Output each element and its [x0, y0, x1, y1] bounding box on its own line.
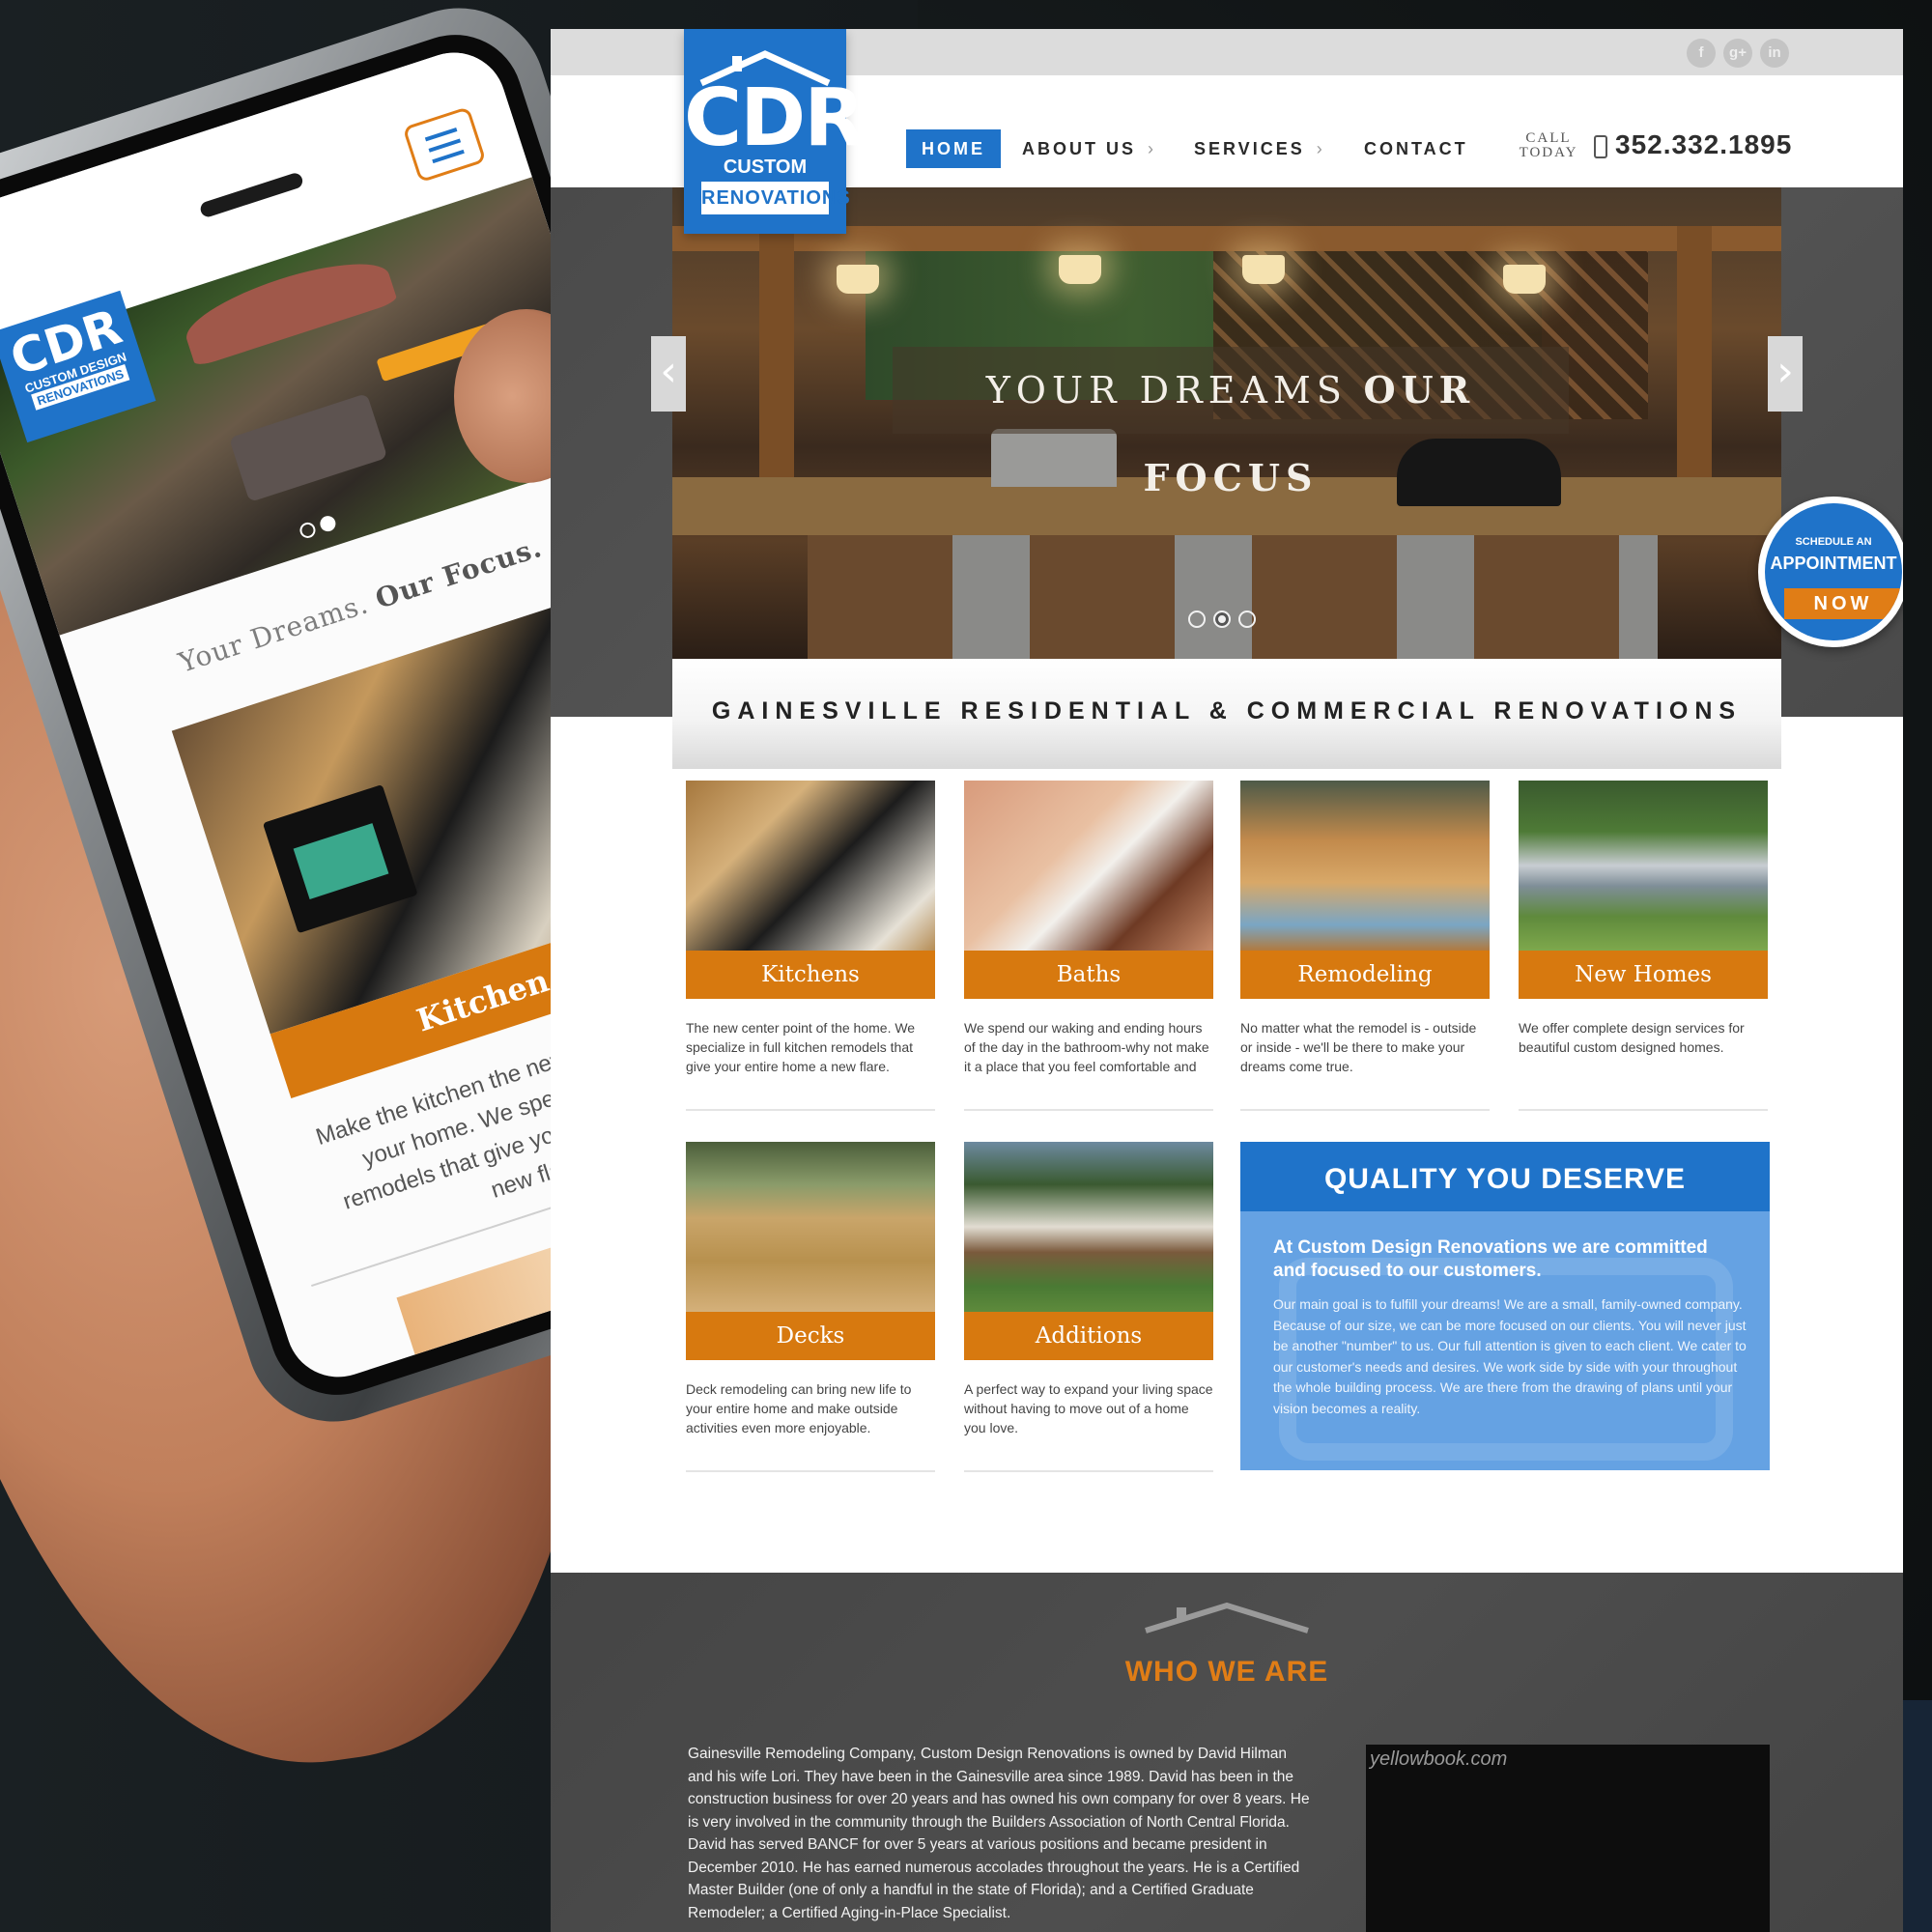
card-description: The new center point of the home. We spe…: [686, 1020, 916, 1074]
nav-services[interactable]: SERVICES ›: [1194, 129, 1322, 168]
service-card-baths[interactable]: Baths We spend our waking and ending hou…: [964, 781, 1213, 1113]
card-divider: [686, 1109, 935, 1111]
new-homes-image[interactable]: [1519, 781, 1768, 951]
card-divider: [964, 1470, 1213, 1472]
service-card-additions[interactable]: Additions A perfect way to expand your l…: [964, 1142, 1213, 1474]
phone-number[interactable]: 352.332.1895: [1615, 129, 1792, 160]
card-description: No matter what the remodel is - outside …: [1240, 1020, 1477, 1074]
nav-about-us[interactable]: ABOUT US ›: [1022, 129, 1153, 168]
video-player[interactable]: yellowbook.com: [1366, 1745, 1770, 1932]
card-label[interactable]: Additions: [964, 1312, 1213, 1360]
quality-panel: QUALITY YOU DESERVE At Custom Design Ren…: [1240, 1142, 1770, 1470]
card-label[interactable]: New Homes: [1519, 951, 1768, 999]
nav-services-label: SERVICES: [1194, 139, 1305, 158]
logo-cdr: CDR: [684, 72, 865, 164]
card-label[interactable]: Kitchens: [686, 951, 935, 999]
hero-caption-light: YOUR DREAMS: [985, 369, 1348, 412]
slider-dots: [1188, 611, 1264, 633]
additions-image[interactable]: [964, 1142, 1213, 1312]
decks-image[interactable]: [686, 1142, 935, 1312]
card-description: We spend our waking and ending hours of …: [964, 1020, 1209, 1074]
chevron-right-icon[interactable]: ›: [1768, 336, 1803, 412]
chevron-left-icon[interactable]: ‹: [651, 336, 686, 412]
google-plus-icon[interactable]: g+: [1723, 39, 1752, 68]
service-card-remodeling[interactable]: Remodeling No matter what the remodel is…: [1240, 781, 1490, 1113]
schedule-line-2: APPOINTMENT: [1770, 554, 1897, 573]
linkedin-icon[interactable]: in: [1760, 39, 1789, 68]
nav-home[interactable]: HOME: [906, 129, 1001, 168]
call-today-label: CALL TODAY: [1517, 131, 1580, 160]
card-divider: [1240, 1109, 1490, 1111]
roof-icon: [1145, 1602, 1309, 1634]
hero-slider: YOUR DREAMS OUR FOCUS: [672, 187, 1781, 659]
tagline-banner: GAINESVILLE RESIDENTIAL & COMMERCIAL REN…: [672, 659, 1781, 769]
site-logo[interactable]: CDR CUSTOM DESIGN RENOVATIONS: [684, 29, 865, 234]
card-label[interactable]: Decks: [686, 1312, 935, 1360]
kitchens-image[interactable]: [686, 781, 935, 951]
card-description: A perfect way to expand your living spac…: [964, 1381, 1213, 1435]
schedule-appointment-button[interactable]: SCHEDULE AN APPOINTMENT NOW: [1758, 497, 1903, 647]
quality-body: Our main goal is to fulfill your dreams!…: [1273, 1296, 1747, 1416]
mobile-tagline-bold: Our Focus.: [371, 530, 547, 615]
who-we-are-section: WHO WE ARE Gainesville Remodeling Compan…: [551, 1573, 1903, 1932]
chevron-right-icon: ›: [1148, 139, 1153, 158]
card-label[interactable]: Baths: [964, 951, 1213, 999]
service-card-new-homes[interactable]: New Homes We offer complete design servi…: [1519, 781, 1768, 1113]
who-we-are-title: WHO WE ARE: [1124, 1656, 1329, 1688]
call-label: CALL: [1525, 130, 1572, 146]
service-card-decks[interactable]: Decks Deck remodeling can bring new life…: [686, 1142, 935, 1474]
card-divider: [964, 1109, 1213, 1111]
nav-contact[interactable]: CONTACT: [1364, 129, 1468, 168]
facebook-icon[interactable]: f: [1687, 39, 1716, 68]
quality-subtitle: At Custom Design Renovations we are comm…: [1273, 1237, 1708, 1281]
desktop-website: f g+ in HOME ABOUT US › SERVICES › CONTACT…: [551, 29, 1903, 1932]
mobile-tagline-light: Your Dreams.: [174, 587, 373, 679]
card-divider: [1519, 1109, 1768, 1111]
video-watermark: yellowbook.com: [1370, 1748, 1508, 1770]
baths-image[interactable]: [964, 781, 1213, 951]
card-description: We offer complete design services for be…: [1519, 1020, 1745, 1055]
card-label[interactable]: Remodeling: [1240, 951, 1490, 999]
today-label: TODAY: [1519, 145, 1578, 160]
service-card-kitchens[interactable]: Kitchens The new center point of the hom…: [686, 781, 935, 1113]
nav-about-label: ABOUT US: [1022, 139, 1136, 158]
schedule-line-1: SCHEDULE AN: [1795, 536, 1872, 548]
logo-renovations: RENOVATIONS: [701, 182, 850, 214]
quality-title: QUALITY YOU DESERVE: [1240, 1142, 1770, 1211]
remodeling-image[interactable]: [1240, 781, 1490, 951]
slider-dot-1[interactable]: [1188, 611, 1206, 628]
slider-dot-3[interactable]: [1238, 611, 1256, 628]
mobile-slider-dots[interactable]: [298, 512, 344, 545]
schedule-appointment-badge: SCHEDULE AN APPOINTMENT NOW: [1765, 503, 1902, 640]
chevron-right-icon: ›: [1316, 139, 1322, 158]
card-description: Deck remodeling can bring new life to yo…: [686, 1381, 912, 1435]
card-divider: [686, 1470, 935, 1472]
schedule-now: NOW: [1784, 588, 1902, 619]
hero-caption: YOUR DREAMS OUR FOCUS: [893, 347, 1569, 499]
slider-dot-2[interactable]: [1213, 611, 1231, 628]
phone-icon: [1594, 135, 1607, 158]
who-we-are-body: Gainesville Remodeling Company, Custom D…: [688, 1746, 1310, 1921]
